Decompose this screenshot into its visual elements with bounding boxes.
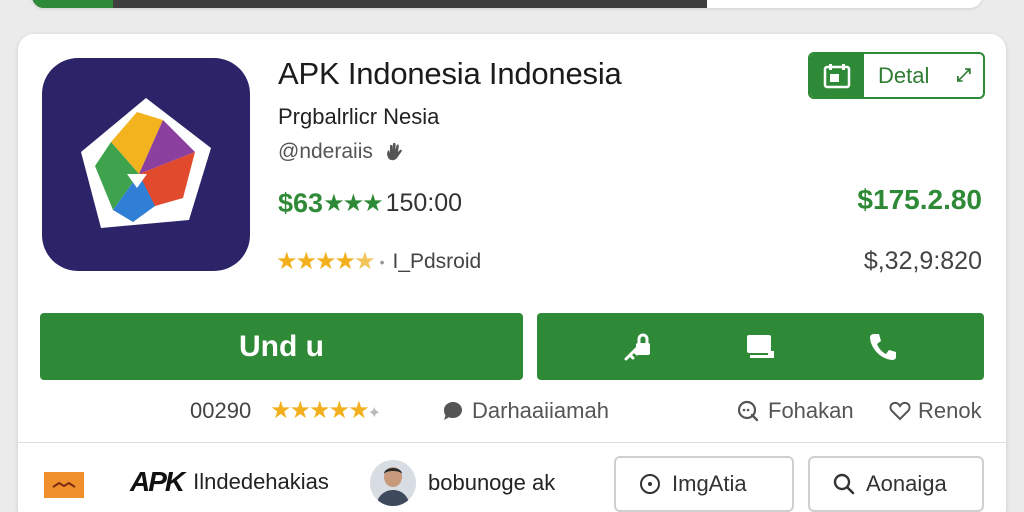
call-button[interactable] xyxy=(853,317,913,377)
download-button[interactable]: Und u xyxy=(40,313,523,380)
monitor-icon xyxy=(747,334,775,358)
phone-icon xyxy=(869,333,896,360)
share-link[interactable]: Fohakan xyxy=(736,398,854,424)
lock-icon xyxy=(624,333,651,360)
search-icon xyxy=(833,473,855,495)
action-button-group xyxy=(537,313,984,380)
flag-icon[interactable] xyxy=(44,472,84,498)
expand-arrows-icon: ⤢ xyxy=(956,65,971,85)
chat-bubble-icon xyxy=(444,402,462,420)
calendar-icon xyxy=(823,63,851,88)
top-progress-strip xyxy=(32,0,982,8)
meta-row: 00290 ★★★★★✦ Darhaaiiamah Fohakan Renok xyxy=(18,396,1006,430)
rating-stars-icon: ★★★★★ xyxy=(276,248,376,275)
rating-count: 150:00 xyxy=(385,189,463,217)
right-price: $175.2.80 xyxy=(857,184,982,215)
divider xyxy=(18,442,1006,443)
person-avatar-icon xyxy=(370,460,416,506)
green-stars-icon: ★★★ xyxy=(323,190,384,217)
price-row: $63 ★★★ 150:00 xyxy=(278,188,462,219)
info-circle-icon xyxy=(640,474,660,494)
app-title: APK Indonesia Indonesia xyxy=(278,56,622,91)
brand[interactable]: APK Ilndedehakias xyxy=(130,466,329,498)
brand-logo: APK xyxy=(130,466,185,497)
app-logo-icon xyxy=(81,97,211,228)
brand-name: Ilndedehakias xyxy=(193,469,329,494)
bottom-row: APK Ilndedehakias bobunoge ak ImgAtia Ao… xyxy=(18,454,1006,512)
right-subprice: $,32,9:820 xyxy=(863,247,982,275)
meta-stars-icon: ★★★★★✦ xyxy=(270,397,381,424)
detail-button[interactable]: Detal ⤢ xyxy=(808,52,985,99)
report-label: Renok xyxy=(918,398,982,423)
report-link[interactable]: Renok xyxy=(888,398,982,424)
meta-count: 00290 xyxy=(190,398,252,423)
calendar-icon-box xyxy=(810,54,864,97)
hand-wave-icon xyxy=(386,142,402,161)
lock-button[interactable] xyxy=(608,317,668,377)
heart-outline-icon xyxy=(889,401,911,421)
search-chat-icon xyxy=(737,400,759,422)
avatar[interactable] xyxy=(370,460,416,506)
search-button-label: Aonaiga xyxy=(866,471,947,496)
share-label: Fohakan xyxy=(768,398,854,423)
author-name[interactable]: bobunoge ak xyxy=(428,470,555,496)
monitor-button[interactable] xyxy=(730,317,790,377)
top-progress-accent xyxy=(32,0,113,8)
developer-handle: @nderaiis xyxy=(278,140,373,163)
platform-label: I_Pdsroid xyxy=(392,249,482,273)
separator-dot: • xyxy=(379,253,385,270)
developer-handle-row[interactable]: @nderaiis xyxy=(278,140,405,164)
app-icon[interactable] xyxy=(42,58,250,271)
detail-button-label: Detal xyxy=(878,62,930,88)
image-button[interactable]: ImgAtia xyxy=(614,456,794,512)
app-price: $63 xyxy=(278,188,324,218)
image-button-label: ImgAtia xyxy=(672,471,747,496)
search-button[interactable]: Aonaiga xyxy=(808,456,984,512)
top-progress-bar xyxy=(32,0,707,8)
app-subtitle: Prgbalrlicr Nesia xyxy=(278,104,440,129)
rating-row: ★★★★★ • I_Pdsroid xyxy=(276,247,481,276)
discussion-label: Darhaaiiamah xyxy=(472,398,609,423)
app-card: APK Indonesia Indonesia Prgbalrlicr Nesi… xyxy=(18,34,1006,512)
discussion-link[interactable]: Darhaaiiamah xyxy=(442,398,609,424)
